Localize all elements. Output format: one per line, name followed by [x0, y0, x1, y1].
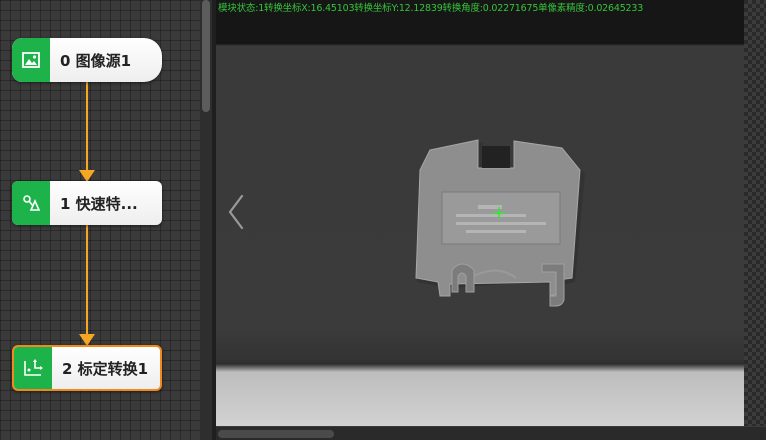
flow-scroll-thumb[interactable] — [202, 0, 210, 112]
terminal-block-part — [415, 139, 585, 307]
flow-scrollbar[interactable] — [200, 0, 212, 440]
chevron-left-icon[interactable] — [224, 192, 248, 232]
flow-node-image-source[interactable]: 0 图像源1 — [12, 38, 162, 82]
flow-node-fast-feature-match[interactable]: 1 快速特... — [12, 181, 162, 225]
viewer-horizontal-scrollbar[interactable] — [216, 426, 766, 440]
flow-connector — [86, 82, 88, 172]
feature-match-icon — [12, 181, 50, 225]
flow-node-calibration-transform[interactable]: 2 标定转换1 — [12, 345, 162, 391]
viewer-scroll-thumb[interactable] — [218, 430, 334, 438]
image-icon — [12, 38, 50, 82]
image-viewer[interactable]: 模块状态:1转换坐标X:16.45103转换坐标Y:12.12839转换角度:0… — [216, 0, 766, 440]
module-status-text: 模块状态:1转换坐标X:16.45103转换坐标Y:12.12839转换角度:0… — [218, 3, 644, 14]
flow-node-label: 1 快速特... — [60, 194, 138, 213]
flow-node-label: 0 图像源1 — [60, 51, 132, 70]
flow-node-label: 2 标定转换1 — [62, 359, 149, 378]
camera-image: 模块状态:1转换坐标X:16.45103转换坐标Y:12.12839转换角度:0… — [216, 0, 744, 426]
app-root: 0 图像源1 1 快速特... 2 标定转换1 模块状态:1转换坐标X:16.4… — [0, 0, 766, 440]
flow-connector — [86, 225, 88, 335]
calibration-transform-icon — [14, 347, 52, 389]
image-margin-checker — [744, 0, 766, 426]
flow-panel[interactable]: 0 图像源1 1 快速特... 2 标定转换1 — [0, 0, 200, 440]
